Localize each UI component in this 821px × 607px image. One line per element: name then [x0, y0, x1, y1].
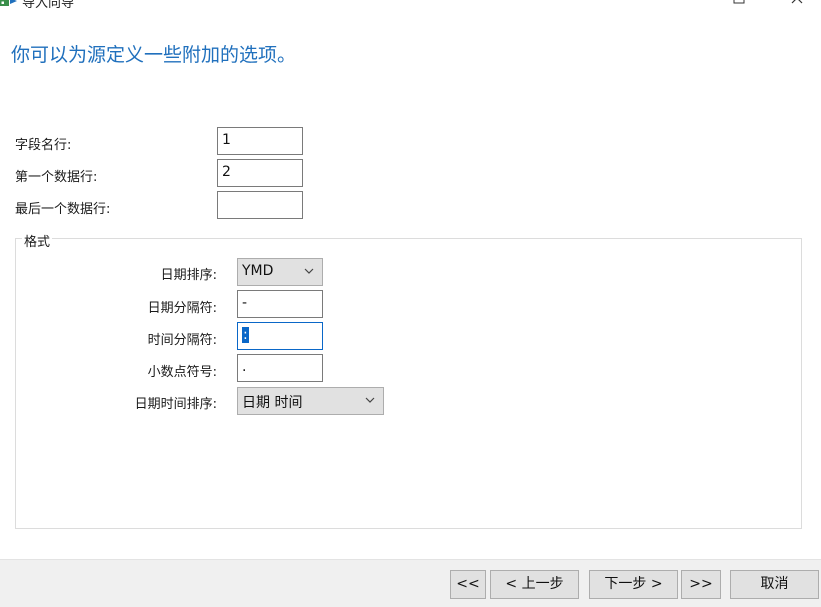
time-separator-value: :	[242, 327, 249, 343]
date-order-value: YMD	[242, 263, 274, 279]
window-title: 导入向导	[22, 0, 75, 10]
time-separator-label: 时间分隔符:	[147, 333, 217, 348]
close-button[interactable]	[782, 0, 812, 8]
date-order-label: 日期排序:	[160, 268, 217, 283]
close-icon	[791, 0, 803, 4]
last-step-button[interactable]: >>	[681, 570, 721, 599]
chevron-down-icon	[365, 397, 375, 403]
maximize-icon	[733, 0, 745, 4]
date-separator-input[interactable]: -	[237, 290, 323, 318]
title-bar: 导入向导	[0, 0, 821, 10]
maximize-button[interactable]	[724, 0, 754, 8]
field-name-row-label: 字段名行:	[15, 138, 72, 153]
decimal-symbol-label: 小数点符号:	[147, 365, 217, 380]
field-name-row-input[interactable]: 1	[217, 127, 303, 155]
datetime-order-value: 日期 时间	[242, 395, 303, 411]
first-step-button[interactable]: <<	[450, 570, 486, 599]
cancel-button[interactable]: 取消	[730, 570, 819, 599]
date-separator-label: 日期分隔符:	[147, 301, 217, 316]
next-button[interactable]: 下一步 >	[589, 570, 678, 599]
decimal-symbol-input[interactable]: .	[237, 354, 323, 382]
last-data-row-input[interactable]	[217, 191, 303, 219]
page-heading: 你可以为源定义一些附加的选项。	[11, 44, 297, 66]
first-data-row-label: 第一个数据行:	[15, 170, 98, 185]
datetime-order-label: 日期时间排序:	[134, 397, 217, 412]
chevron-down-icon	[304, 268, 314, 274]
format-group-title: 格式	[22, 231, 53, 250]
previous-button[interactable]: < 上一步	[490, 570, 579, 599]
import-wizard-icon	[0, 0, 17, 6]
time-separator-input[interactable]: :	[237, 322, 323, 350]
datetime-order-select[interactable]: 日期 时间	[237, 387, 384, 415]
last-data-row-label: 最后一个数据行:	[15, 202, 111, 217]
first-data-row-input[interactable]: 2	[217, 159, 303, 187]
date-order-select[interactable]: YMD	[237, 258, 323, 286]
